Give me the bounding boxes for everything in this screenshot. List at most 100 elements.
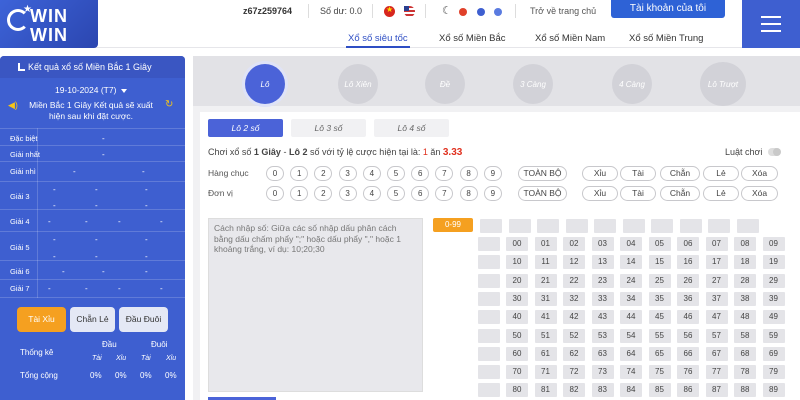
number-cell[interactable]: 13	[591, 255, 614, 270]
number-cell[interactable]: 08	[734, 237, 756, 251]
digit-button[interactable]: 4	[362, 166, 381, 181]
number-cell[interactable]: 01	[534, 237, 557, 251]
nav-mien-trung[interactable]: Xổ số Miền Trung	[629, 33, 703, 44]
digit-button[interactable]: 9	[483, 166, 502, 181]
number-cell[interactable]: 58	[734, 328, 756, 343]
digit-button[interactable]: 8	[459, 166, 478, 181]
number-cell[interactable]: 03	[591, 237, 614, 251]
number-cell[interactable]: 76	[677, 365, 699, 380]
number-cell[interactable]: 88	[734, 383, 756, 398]
number-cell[interactable]: 37	[705, 291, 728, 306]
row-select[interactable]	[478, 365, 500, 380]
digit-button[interactable]: 7	[435, 166, 454, 181]
game-tab-de[interactable]: Đề	[425, 64, 465, 104]
number-cell[interactable]: 51	[534, 328, 557, 343]
number-cell[interactable]: 15	[648, 255, 671, 270]
quick-select-button[interactable]: Tài	[620, 186, 656, 201]
number-cell[interactable]: 48	[734, 310, 756, 325]
number-cell[interactable]: 66	[677, 346, 699, 361]
digit-button[interactable]: 5	[387, 186, 405, 201]
digit-button[interactable]: 6	[411, 186, 430, 201]
number-cell[interactable]: 42	[563, 310, 585, 325]
number-cell[interactable]: 19	[762, 255, 785, 270]
digit-button[interactable]: 5	[387, 166, 405, 181]
number-cell[interactable]: 52	[563, 328, 585, 343]
speaker-icon[interactable]: ◀)	[8, 100, 18, 111]
home-link[interactable]: Trở về trang chủ	[530, 6, 596, 16]
tab-tai-xiu[interactable]: Tài Xỉu	[17, 307, 66, 332]
subtab-lo-4-so[interactable]: Lô 4 số	[374, 119, 449, 137]
row-select[interactable]	[478, 237, 500, 251]
theme-red-dot[interactable]	[459, 8, 467, 16]
number-cell[interactable]: 21	[534, 273, 557, 288]
number-cell[interactable]: 38	[734, 291, 756, 306]
number-cell[interactable]: 87	[705, 383, 728, 398]
number-cell[interactable]: 69	[762, 346, 785, 361]
number-cell[interactable]: 54	[620, 328, 642, 343]
quick-select-button[interactable]: Chẵn	[660, 186, 700, 201]
number-cell[interactable]: 55	[648, 328, 671, 343]
row-select[interactable]	[478, 310, 500, 325]
row-select[interactable]	[478, 291, 500, 306]
number-cell[interactable]: 24	[620, 273, 642, 288]
theme-blue-dot[interactable]	[477, 8, 485, 16]
number-cell[interactable]: 65	[648, 346, 671, 361]
vietnam-flag-icon[interactable]: ★	[384, 5, 395, 17]
number-cell[interactable]: 45	[648, 310, 671, 325]
my-account-button[interactable]: Tài khoản của tôi	[611, 0, 725, 18]
nav-sieu-toc[interactable]: Xổ số siêu tốc	[348, 33, 408, 44]
number-cell[interactable]: 23	[591, 273, 614, 288]
number-cell[interactable]: 20	[506, 273, 528, 288]
number-cell[interactable]: 82	[563, 383, 585, 398]
game-tab-lo-truot[interactable]: Lô Trượt	[700, 62, 746, 106]
number-cell[interactable]: 85	[648, 383, 671, 398]
number-cell[interactable]: 70	[506, 365, 528, 380]
number-cell[interactable]: 81	[534, 383, 557, 398]
number-cell[interactable]: 00	[506, 237, 528, 251]
number-cell[interactable]: 05	[648, 237, 671, 251]
subtab-lo-2-so[interactable]: Lô 2 số	[208, 119, 283, 137]
theme-lightblue-dot[interactable]	[494, 8, 502, 16]
number-cell[interactable]: 16	[677, 255, 699, 270]
number-cell[interactable]: 02	[563, 237, 585, 251]
number-cell[interactable]: 68	[734, 346, 756, 361]
number-cell[interactable]: 12	[563, 255, 585, 270]
number-cell[interactable]: 34	[620, 291, 642, 306]
nav-mien-bac[interactable]: Xổ số Miền Bắc	[439, 33, 506, 44]
number-cell[interactable]: 11	[534, 255, 557, 270]
number-cell[interactable]: 57	[705, 328, 728, 343]
digit-button[interactable]: 4	[362, 186, 381, 201]
digit-button[interactable]: 3	[338, 186, 357, 201]
tab-chan-le[interactable]: Chẵn Lẻ	[70, 307, 115, 332]
number-cell[interactable]: 30	[506, 291, 528, 306]
number-cell[interactable]: 78	[734, 365, 756, 380]
number-cell[interactable]: 60	[506, 346, 528, 361]
number-cell[interactable]: 56	[677, 328, 699, 343]
row-select[interactable]	[478, 383, 500, 398]
number-cell[interactable]: 73	[591, 365, 614, 380]
number-cell[interactable]: 32	[563, 291, 585, 306]
number-cell[interactable]: 07	[705, 237, 728, 251]
number-cell[interactable]: 14	[620, 255, 642, 270]
digit-button[interactable]: 2	[314, 186, 333, 201]
number-cell[interactable]: 04	[620, 237, 642, 251]
number-cell[interactable]: 79	[762, 365, 785, 380]
quick-select-button[interactable]: Xóa	[741, 166, 778, 181]
quick-select-button[interactable]: TOÀN BỘ	[518, 166, 567, 181]
number-cell[interactable]: 27	[705, 273, 728, 288]
row-select[interactable]	[478, 255, 500, 270]
range-0-99-button[interactable]: 0-99	[433, 218, 473, 232]
number-cell[interactable]: 33	[591, 291, 614, 306]
quick-select-button[interactable]: Xỉu	[582, 166, 618, 181]
row-select[interactable]	[478, 328, 500, 343]
quick-select-button[interactable]: TOÀN BỘ	[518, 186, 567, 201]
number-cell[interactable]: 25	[648, 273, 671, 288]
nav-mien-nam[interactable]: Xổ số Miền Nam	[535, 33, 605, 44]
rules-toggle[interactable]	[768, 148, 781, 156]
refresh-icon[interactable]: ↻	[165, 99, 173, 110]
number-cell[interactable]: 80	[506, 383, 528, 398]
digit-button[interactable]: 9	[483, 186, 502, 201]
us-flag-icon[interactable]	[404, 6, 415, 17]
number-cell[interactable]: 35	[648, 291, 671, 306]
number-cell[interactable]: 83	[591, 383, 614, 398]
